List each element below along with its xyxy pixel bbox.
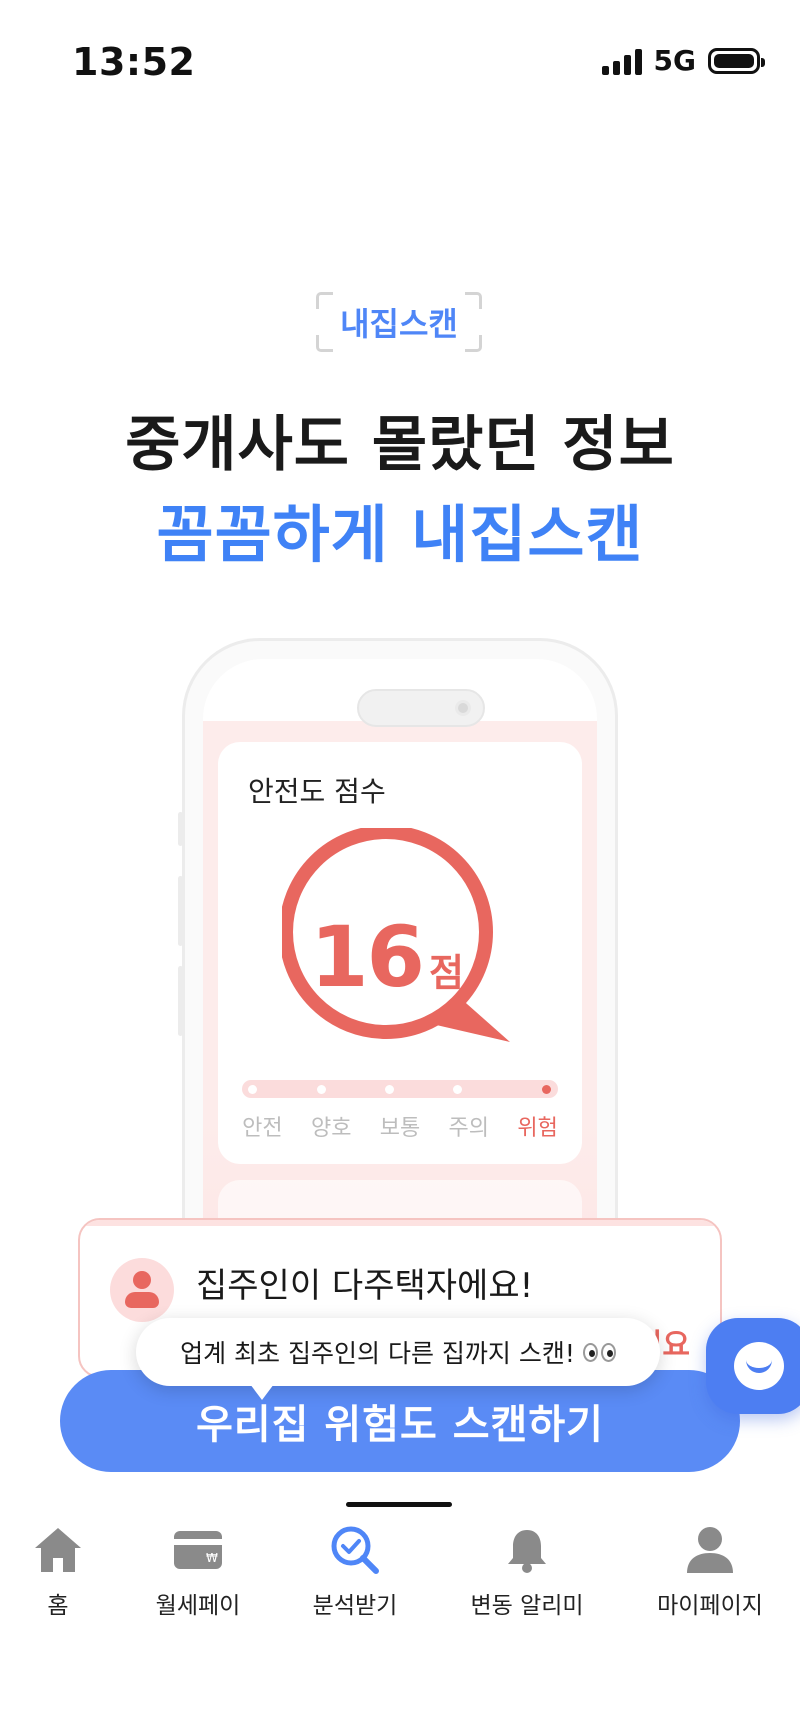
battery-icon (708, 47, 765, 74)
tab-monthly-pay[interactable]: ₩ 월세페이 (133, 1524, 263, 1620)
tab-analysis[interactable]: 분석받기 (290, 1524, 420, 1620)
tab-home[interactable]: 홈 (0, 1524, 123, 1620)
score-unit: 점 (428, 951, 464, 995)
promo-tooltip: 업계 최초 집주인의 다른 집까지 스캔! (136, 1318, 660, 1400)
signal-icon (601, 47, 642, 75)
safety-score-card: 안전도 점수 16 점 안전 양호 보통 주의 위험 (218, 742, 582, 1164)
search-check-icon (331, 1526, 379, 1574)
eyes-icon (582, 1342, 616, 1362)
svg-text:₩: ₩ (206, 1551, 218, 1565)
alert-title: 집주인이 다주택자에요! (196, 1266, 534, 1306)
feature-tag-label: 내집스캔 (340, 305, 458, 343)
level-label-safe: 안전 (242, 1116, 283, 1141)
tab-change-alert[interactable]: 변동 알리미 (462, 1524, 592, 1620)
status-time: 13:52 (72, 40, 196, 84)
chat-smile-icon (734, 1342, 784, 1390)
tab-label: 월세페이 (155, 1593, 241, 1619)
person-icon (687, 1527, 733, 1573)
score-number: 16 (310, 908, 425, 1006)
bottom-tab-bar: 홈 ₩ 월세페이 분석받기 변동 알리미 마이페이지 (0, 1524, 800, 1624)
tab-label: 마이페이지 (657, 1593, 763, 1619)
level-label-danger: 위험 (517, 1116, 558, 1141)
risk-level-track (242, 1080, 558, 1098)
headline-accent: 꼼꼼하게 내집스캔 (156, 498, 644, 571)
feature-tag: 내집스캔 (316, 292, 482, 352)
score-value: 16 점 (282, 908, 492, 1006)
home-indicator (346, 1502, 452, 1507)
tab-label: 변동 알리미 (470, 1593, 584, 1619)
person-icon (110, 1258, 174, 1322)
level-label-good: 양호 (310, 1116, 352, 1141)
tab-my-page[interactable]: 마이페이지 (645, 1524, 775, 1620)
bell-icon (508, 1530, 546, 1573)
home-icon (35, 1528, 81, 1572)
headline-primary: 중개사도 몰랐던 정보 (125, 410, 675, 480)
network-label: 5G (653, 44, 696, 77)
tab-label: 분석받기 (312, 1593, 398, 1619)
score-card-title: 안전도 점수 (248, 775, 386, 808)
risk-level-labels: 안전 양호 보통 주의 위험 (228, 1110, 572, 1142)
card-icon: ₩ (174, 1531, 222, 1569)
status-indicators: 5G (601, 44, 765, 77)
level-label-caution: 주의 (448, 1116, 490, 1141)
dynamic-island (357, 689, 485, 727)
tab-label: 홈 (47, 1593, 69, 1619)
level-label-normal: 보통 (379, 1116, 421, 1141)
promo-tooltip-text: 업계 최초 집주인의 다른 집까지 스캔! (180, 1339, 575, 1368)
chat-button[interactable] (706, 1318, 800, 1414)
